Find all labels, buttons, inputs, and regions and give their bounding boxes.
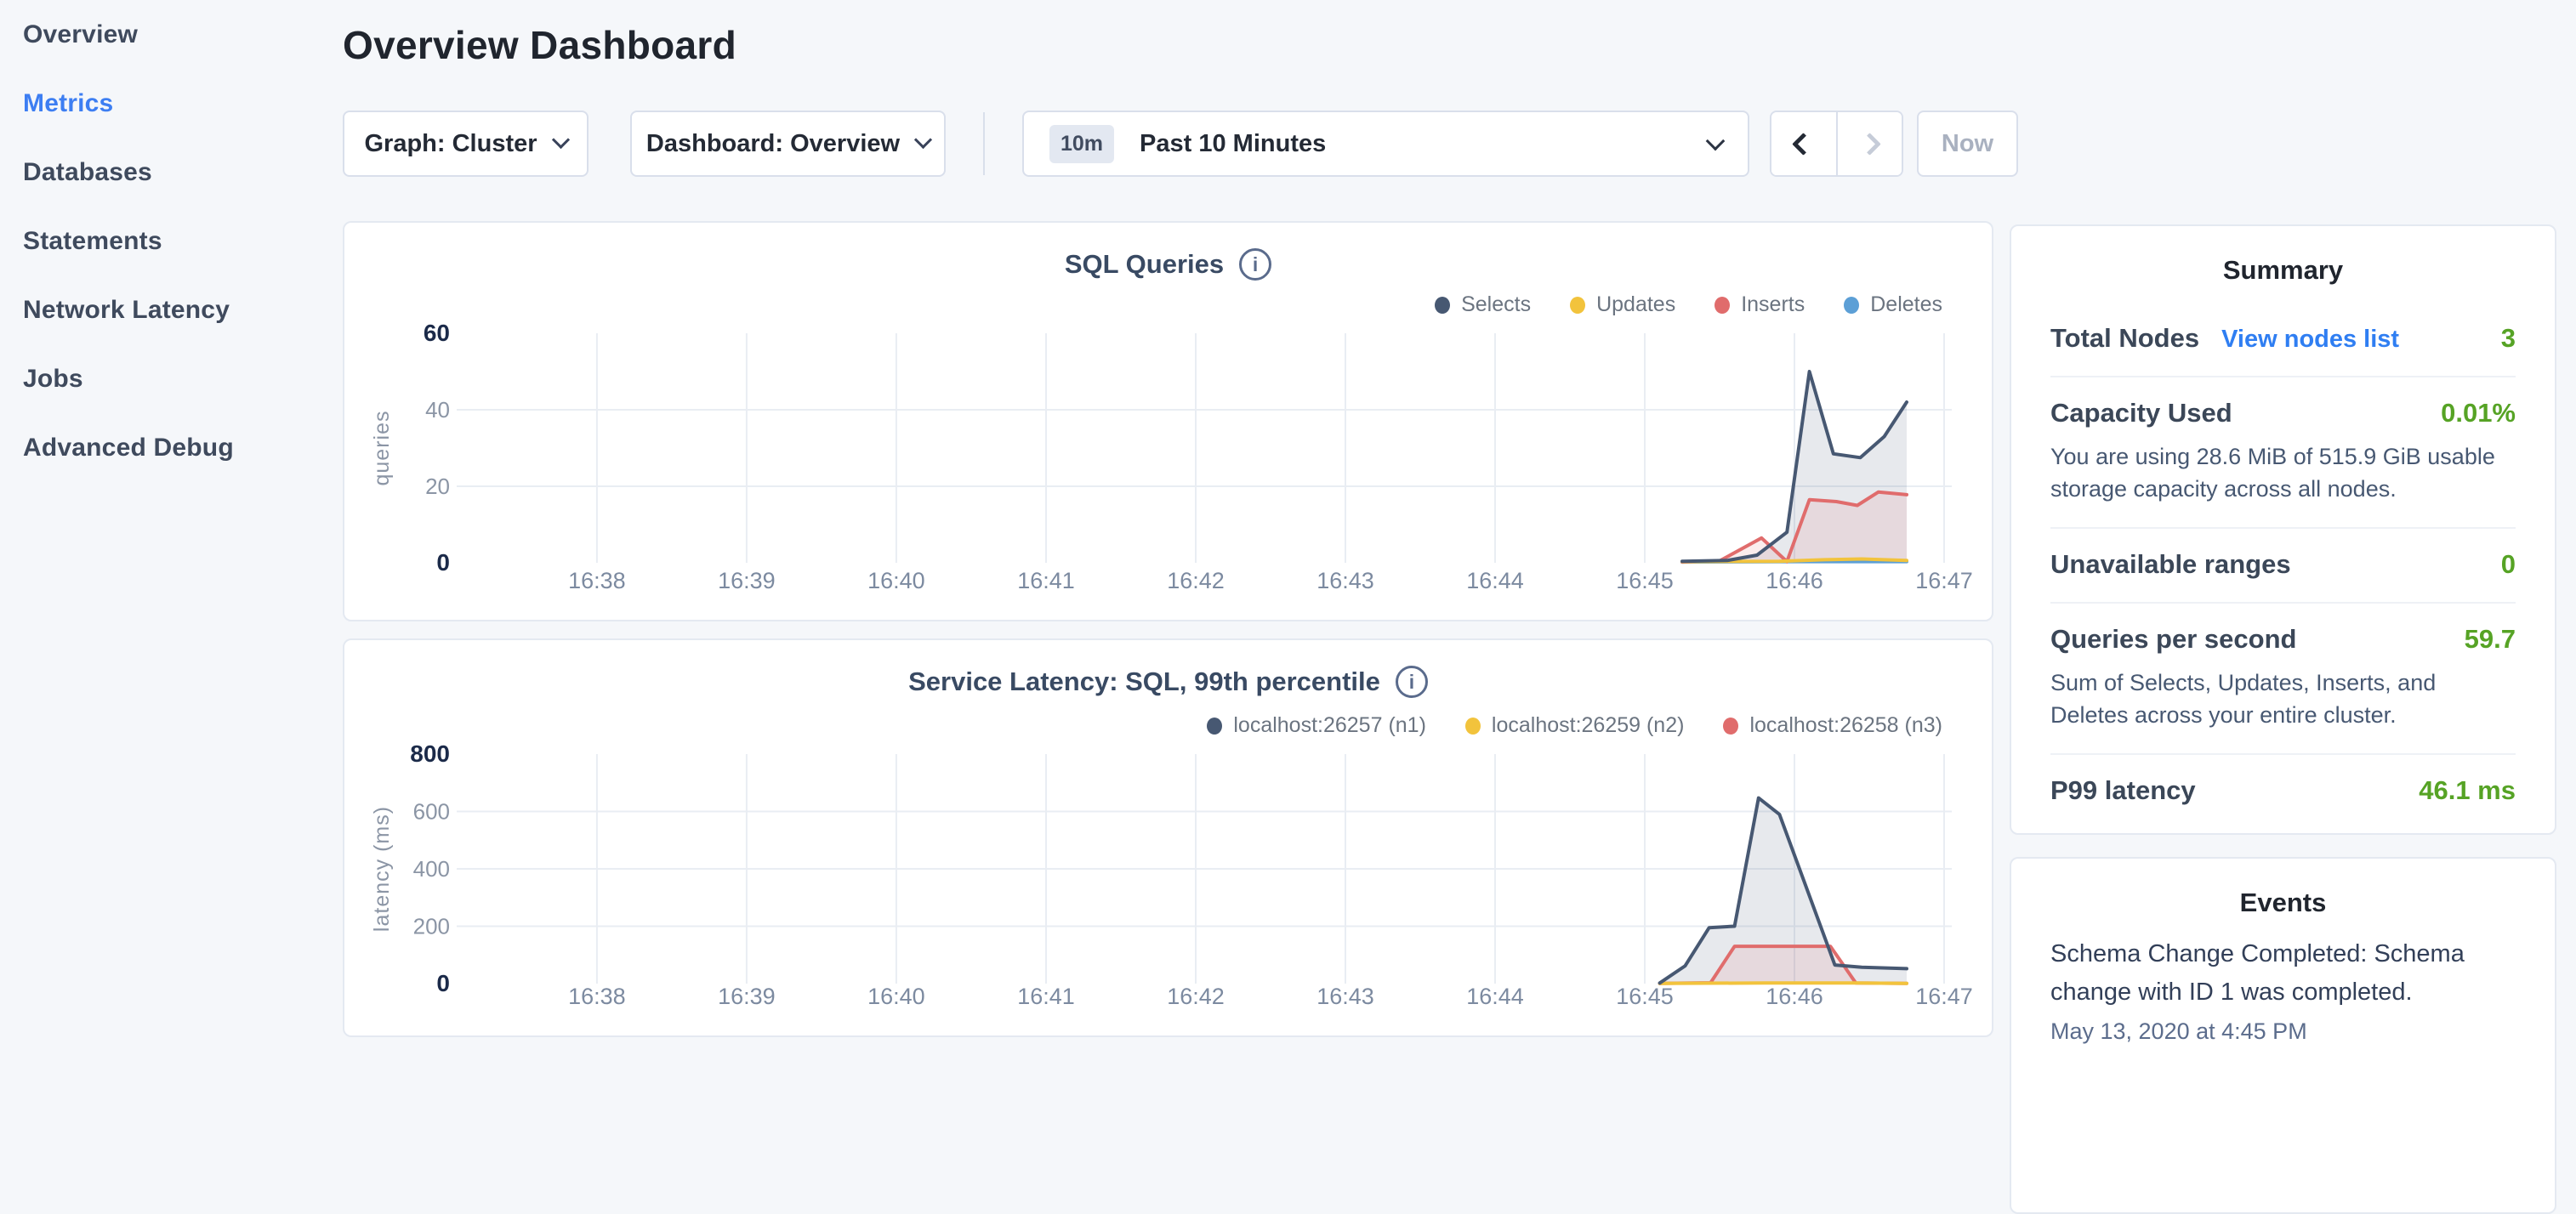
svg-text:600: 600 <box>413 799 450 825</box>
dashboard-dropdown-label: Dashboard: Overview <box>646 130 900 158</box>
sidebar-nav: OverviewMetricsDatabasesStatementsNetwor… <box>0 0 323 482</box>
summary-row-label: Queries per second <box>2050 624 2296 655</box>
svg-text:16:45: 16:45 <box>1616 984 1674 1009</box>
summary-panel: Summary Total Nodes View nodes list 3 Capac… <box>2010 224 2556 835</box>
time-range-label: Past 10 Minutes <box>1140 130 1326 158</box>
summary-row-value: 59.7 <box>2465 624 2516 655</box>
chevron-down-icon <box>551 130 569 148</box>
svg-text:16:38: 16:38 <box>568 984 626 1009</box>
svg-text:20: 20 <box>425 474 450 499</box>
svg-text:16:38: 16:38 <box>568 568 626 593</box>
now-button[interactable]: Now <box>1917 111 2018 177</box>
summary-rows: Total Nodes View nodes list 3 Capacity Used… <box>2011 303 2555 828</box>
event-timestamp: May 13, 2020 at 4:45 PM <box>2050 1018 2516 1045</box>
summary-row-label: Capacity Used <box>2050 398 2232 428</box>
summary-row-label: Total Nodes <box>2050 323 2199 354</box>
summary-row-value: 3 <box>2501 323 2516 354</box>
time-back-button[interactable] <box>1771 112 1836 175</box>
summary-row-unavailable-ranges: Unavailable ranges 0 <box>2050 527 2516 602</box>
svg-text:0: 0 <box>436 549 450 576</box>
svg-text:800: 800 <box>410 740 450 767</box>
graph-dropdown[interactable]: Graph: Cluster <box>343 111 589 177</box>
svg-text:16:44: 16:44 <box>1466 984 1524 1009</box>
time-nav-button-group <box>1770 111 1903 177</box>
page-title: Overview Dashboard <box>343 22 736 68</box>
svg-text:16:42: 16:42 <box>1167 984 1225 1009</box>
sidebar-item-jobs[interactable]: Jobs <box>0 344 323 413</box>
svg-text:16:43: 16:43 <box>1316 984 1374 1009</box>
event-item[interactable]: Schema Change Completed: Schema change w… <box>2050 935 2516 1045</box>
time-range-dropdown[interactable]: 10m Past 10 Minutes <box>1022 111 1749 177</box>
view-nodes-link[interactable]: View nodes list <box>2221 326 2399 354</box>
summary-row-label: P99 latency <box>2050 775 2196 806</box>
svg-text:200: 200 <box>413 914 450 939</box>
svg-text:16:41: 16:41 <box>1017 984 1075 1009</box>
summary-row-desc: Sum of Selects, Updates, Inserts, and De… <box>2050 667 2516 731</box>
time-range-badge: 10m <box>1049 125 1114 163</box>
svg-text:16:42: 16:42 <box>1167 568 1225 593</box>
sidebar-item-statements[interactable]: Statements <box>0 207 323 275</box>
chart-svg-0[interactable]: 16:38 16:39 16:40 16:41 16:42 16:43 16:44 16:45… <box>344 223 1992 620</box>
chevron-down-icon <box>914 130 932 148</box>
summary-row-queries-per-second: Queries per second 59.7 Sum of Selects, Up… <box>2050 602 2516 753</box>
svg-text:queries: queries <box>370 411 394 486</box>
events-title: Events <box>2011 888 2555 918</box>
toolbar-divider <box>983 112 985 175</box>
summary-row-desc: You are using 28.6 MiB of 515.9 GiB usab… <box>2050 440 2516 505</box>
svg-text:16:46: 16:46 <box>1766 984 1823 1009</box>
summary-row-value: 0.01% <box>2441 398 2516 428</box>
svg-text:16:40: 16:40 <box>867 984 925 1009</box>
svg-text:400: 400 <box>413 856 450 882</box>
summary-row-head: P99 latency 46.1 ms <box>2050 775 2516 806</box>
svg-text:0: 0 <box>436 970 450 996</box>
events-panel: Events Schema Change Completed: Schema c… <box>2010 857 2556 1214</box>
service-latency-chart-card: Service Latency: SQL, 99th percentile i … <box>343 638 1993 1037</box>
sidebar-item-metrics[interactable]: Metrics <box>0 69 323 138</box>
summary-row-head: Unavailable ranges 0 <box>2050 549 2516 580</box>
event-text: Schema Change Completed: Schema change w… <box>2050 935 2516 1012</box>
summary-row-capacity-used: Capacity Used 0.01% You are using 28.6 MiB… <box>2050 376 2516 527</box>
svg-text:16:47: 16:47 <box>1915 568 1973 593</box>
sidebar-item-overview[interactable]: Overview <box>0 0 323 69</box>
sql-queries-chart-card: SQL Queries i SelectsUpdatesInsertsDelet… <box>343 221 1993 621</box>
summary-row-value: 46.1 ms <box>2419 775 2516 806</box>
svg-text:latency (ms): latency (ms) <box>370 806 394 932</box>
summary-row-head: Queries per second 59.7 <box>2050 624 2516 655</box>
time-forward-button[interactable] <box>1836 112 1902 175</box>
chevron-left-icon <box>1792 133 1815 156</box>
svg-text:16:46: 16:46 <box>1766 568 1823 593</box>
svg-text:16:39: 16:39 <box>718 984 776 1009</box>
summary-row-head: Capacity Used 0.01% <box>2050 398 2516 428</box>
svg-text:16:45: 16:45 <box>1616 568 1674 593</box>
svg-text:16:43: 16:43 <box>1316 568 1374 593</box>
svg-text:60: 60 <box>424 320 450 346</box>
summary-row-value: 0 <box>2501 549 2516 580</box>
dashboard-dropdown[interactable]: Dashboard: Overview <box>630 111 946 177</box>
summary-row-label: Unavailable ranges <box>2050 549 2291 580</box>
sidebar-item-network-latency[interactable]: Network Latency <box>0 275 323 344</box>
svg-text:40: 40 <box>425 397 450 423</box>
sidebar-item-advanced-debug[interactable]: Advanced Debug <box>0 413 323 482</box>
summary-row-p99-latency: P99 latency 46.1 ms <box>2050 753 2516 828</box>
summary-row-total-nodes: Total Nodes View nodes list 3 <box>2050 303 2516 376</box>
svg-text:16:44: 16:44 <box>1466 568 1524 593</box>
svg-text:16:39: 16:39 <box>718 568 776 593</box>
events-list: Schema Change Completed: Schema change w… <box>2011 935 2555 1045</box>
svg-text:16:47: 16:47 <box>1915 984 1973 1009</box>
chart-svg-1[interactable]: 16:38 16:39 16:40 16:41 16:42 16:43 16:44 16:45… <box>344 640 1992 1035</box>
sidebar-item-databases[interactable]: Databases <box>0 138 323 207</box>
graph-dropdown-label: Graph: Cluster <box>364 130 537 158</box>
svg-text:16:41: 16:41 <box>1017 568 1075 593</box>
summary-row-head: Total Nodes View nodes list 3 <box>2050 323 2516 354</box>
summary-title: Summary <box>2011 255 2555 286</box>
chevron-right-icon <box>1858 133 1881 156</box>
chevron-down-icon <box>1706 132 1726 151</box>
svg-text:16:40: 16:40 <box>867 568 925 593</box>
